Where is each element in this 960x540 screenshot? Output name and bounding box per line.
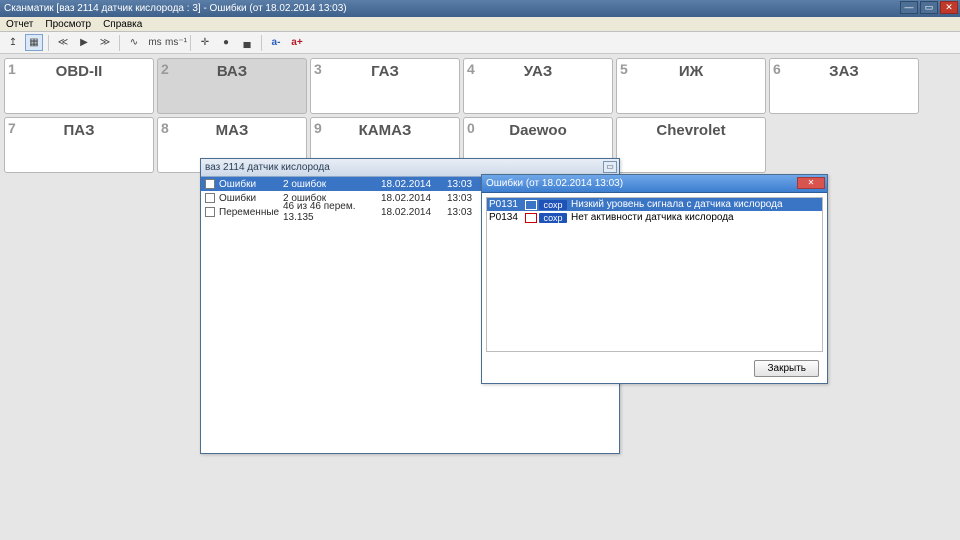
error-tag: сохр (539, 213, 567, 223)
card-number: 6 (773, 61, 781, 77)
brand-card-Chevrolet[interactable]: Chevrolet (616, 117, 766, 173)
card-number: 7 (8, 120, 16, 136)
errors-window: Ошибки (от 18.02.2014 13:03) ✕ P0131 сохр… (481, 174, 828, 384)
card-label: Chevrolet (617, 118, 765, 139)
report-list-title: ваз 2114 датчик кислорода (205, 162, 330, 173)
menu-report[interactable]: Отчет (6, 19, 33, 30)
brand-card-OBD-II[interactable]: 1OBD-II (4, 58, 154, 114)
tool-play-button[interactable]: ▶ (75, 34, 93, 51)
menu-help[interactable]: Справка (103, 19, 142, 30)
tool-ms-s-button[interactable]: ms⁻¹ (167, 34, 185, 51)
error-desc: Нет активности датчика кислорода (571, 212, 820, 223)
brand-card-ГАЗ[interactable]: 3ГАЗ (310, 58, 460, 114)
brand-card-ЗАЗ[interactable]: 6ЗАЗ (769, 58, 919, 114)
toolbar: ↥ ▦ ≪ ▶ ≫ ∿ ms ms⁻¹ ✛ ● ▄ a- a+ (0, 32, 960, 54)
error-code: P0131 (489, 199, 525, 210)
row-checkbox[interactable] (205, 179, 215, 189)
errors-close-icon[interactable]: ✕ (797, 177, 825, 189)
brand-grid: 1OBD-II2ВАЗ3ГАЗ4УАЗ5ИЖ6ЗАЗ7ПАЗ8МАЗ9КАМАЗ… (4, 58, 956, 173)
tool-font-increase-button[interactable]: a+ (288, 34, 306, 51)
row-date: 18.02.2014 (381, 193, 447, 204)
row-info: 2 ошибок (283, 179, 381, 190)
error-code: P0134 (489, 212, 525, 223)
card-label: ИЖ (617, 59, 765, 80)
tool-forward-button[interactable]: ≫ (96, 34, 114, 51)
card-label: ЗАЗ (770, 59, 918, 80)
errors-list: P0131 сохр Низкий уровень сигнала с датчик… (486, 197, 823, 352)
minimize-button[interactable]: — (900, 1, 918, 14)
card-number: 4 (467, 61, 475, 77)
error-tag: сохр (539, 200, 567, 210)
brand-card-ИЖ[interactable]: 5ИЖ (616, 58, 766, 114)
row-checkbox[interactable] (205, 193, 215, 203)
card-number: 5 (620, 61, 628, 77)
card-label: ПАЗ (5, 118, 153, 139)
brand-card-УАЗ[interactable]: 4УАЗ (463, 58, 613, 114)
app-title: Сканматик [ваз 2114 датчик кислорода : 3… (4, 3, 347, 14)
row-name: Ошибки (219, 193, 283, 204)
maximize-button[interactable]: ▭ (920, 1, 938, 14)
brand-card-ПАЗ[interactable]: 7ПАЗ (4, 117, 154, 173)
card-label: КАМАЗ (311, 118, 459, 139)
tool-dot-button[interactable]: ● (217, 34, 235, 51)
card-number: 1 (8, 61, 16, 77)
menu-view[interactable]: Просмотр (45, 19, 91, 30)
row-date: 18.02.2014 (381, 207, 447, 218)
errors-titlebar[interactable]: Ошибки (от 18.02.2014 13:03) ✕ (482, 175, 827, 193)
card-label: OBD-II (5, 59, 153, 80)
card-label: Daewoo (464, 118, 612, 139)
row-name: Ошибки (219, 179, 283, 190)
tool-crosshair-button[interactable]: ✛ (196, 34, 214, 51)
error-desc: Низкий уровень сигнала с датчика кислоро… (571, 199, 820, 210)
brand-card-ВАЗ[interactable]: 2ВАЗ (157, 58, 307, 114)
error-status-icon (525, 200, 537, 210)
card-label: ГАЗ (311, 59, 459, 80)
toolbar-separator (190, 35, 191, 51)
card-number: 8 (161, 120, 169, 136)
card-number: 2 (161, 61, 169, 77)
main-titlebar: Сканматик [ваз 2114 датчик кислорода : 3… (0, 0, 960, 17)
toolbar-separator (261, 35, 262, 51)
card-label: МАЗ (158, 118, 306, 139)
tool-font-decrease-button[interactable]: a- (267, 34, 285, 51)
tool-chart-button[interactable]: ▦ (25, 34, 43, 51)
row-checkbox[interactable] (205, 207, 215, 217)
row-name: Переменные (219, 207, 283, 218)
row-info: 46 из 46 перем. 13.135 (283, 201, 381, 223)
row-date: 18.02.2014 (381, 179, 447, 190)
error-row[interactable]: P0134 сохр Нет активности датчика кислород… (487, 211, 822, 224)
tool-bars-button[interactable]: ▄ (238, 34, 256, 51)
card-label: УАЗ (464, 59, 612, 80)
errors-close-button[interactable]: Закрыть (754, 360, 819, 377)
card-number: 0 (467, 120, 475, 136)
error-status-icon (525, 213, 537, 223)
report-list-max-button[interactable]: ▭ (603, 161, 617, 173)
close-button[interactable]: ✕ (940, 1, 958, 14)
toolbar-separator (119, 35, 120, 51)
tool-wave-button[interactable]: ∿ (125, 34, 143, 51)
toolbar-separator (48, 35, 49, 51)
menubar: Отчет Просмотр Справка (0, 17, 960, 32)
tool-up-button[interactable]: ↥ (4, 34, 22, 51)
card-number: 3 (314, 61, 322, 77)
error-row[interactable]: P0131 сохр Низкий уровень сигнала с датчик… (487, 198, 822, 211)
card-label: ВАЗ (158, 59, 306, 80)
tool-ms-button[interactable]: ms (146, 34, 164, 51)
errors-title: Ошибки (от 18.02.2014 13:03) (486, 178, 623, 189)
card-number: 9 (314, 120, 322, 136)
tool-rewind-button[interactable]: ≪ (54, 34, 72, 51)
